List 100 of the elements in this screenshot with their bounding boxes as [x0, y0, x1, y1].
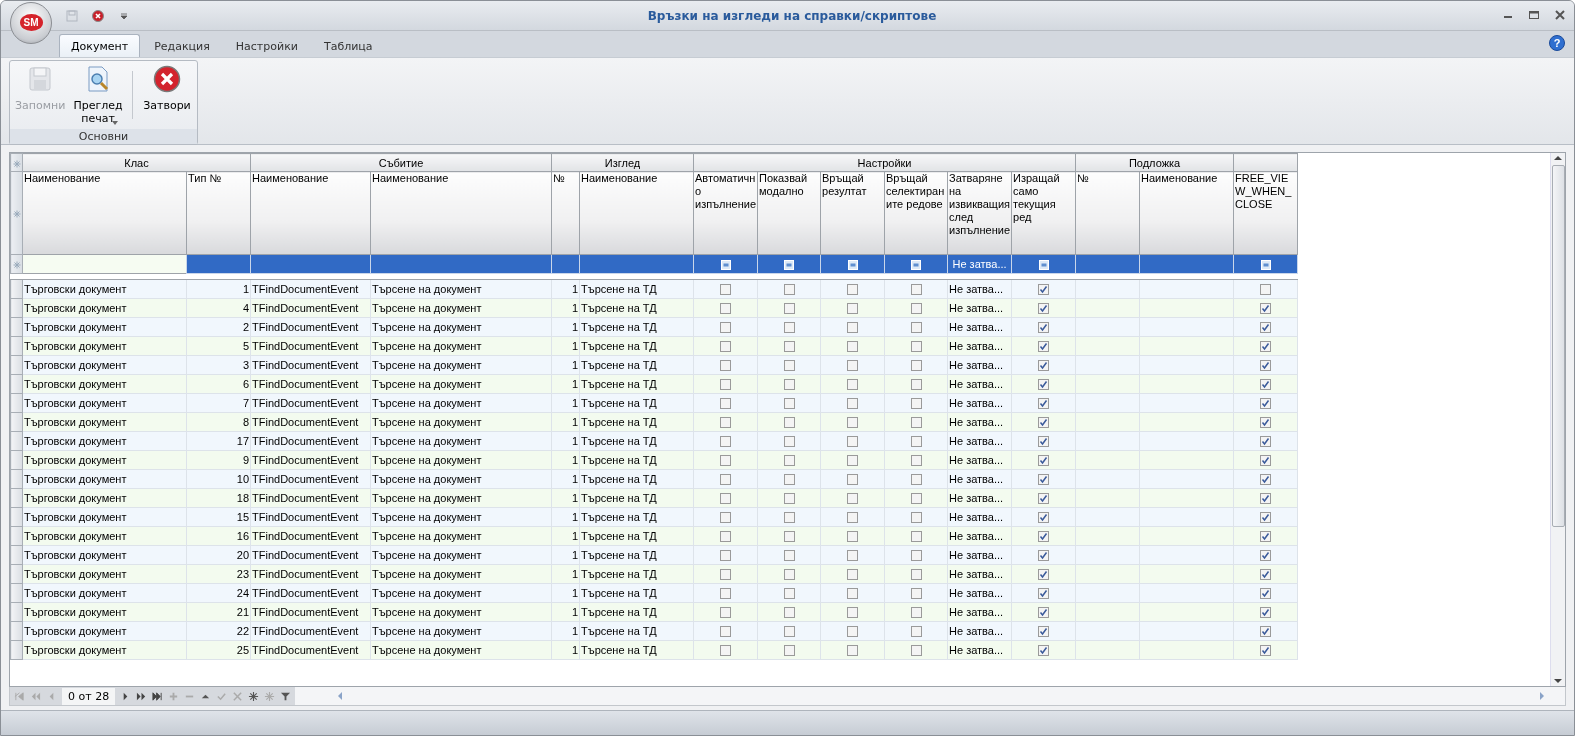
nav-star-icon[interactable]	[248, 690, 260, 702]
app-logo[interactable]: SM	[10, 1, 52, 44]
scroll-down-icon[interactable]	[1554, 678, 1562, 684]
column-header[interactable]: №	[551, 171, 580, 255]
checkbox[interactable]	[910, 398, 922, 410]
checkbox[interactable]	[783, 645, 795, 657]
checkbox[interactable]	[783, 284, 795, 296]
checkbox[interactable]	[910, 322, 922, 334]
column-header[interactable]: Изращай само текущия ред	[1011, 171, 1076, 255]
checkbox[interactable]	[783, 398, 795, 410]
checkbox[interactable]	[1038, 303, 1050, 315]
checkbox[interactable]	[910, 436, 922, 448]
checkbox[interactable]	[910, 645, 922, 657]
checkbox[interactable]	[847, 284, 859, 296]
checkbox[interactable]	[1260, 512, 1272, 524]
checkbox[interactable]	[1038, 493, 1050, 505]
band-header[interactable]: Събитие	[250, 153, 552, 172]
close-icon[interactable]	[1554, 9, 1566, 21]
column-header[interactable]: Показвай модално	[757, 171, 821, 255]
checkbox[interactable]	[783, 341, 795, 353]
checkbox[interactable]	[1038, 398, 1050, 410]
nav-last-icon[interactable]	[152, 690, 164, 702]
column-header[interactable]: Наименование	[579, 171, 694, 255]
checkbox[interactable]	[720, 436, 732, 448]
column-header[interactable]: FREE_VIEW_WHEN_CLOSE	[1233, 171, 1298, 255]
scroll-up-icon[interactable]	[1554, 155, 1562, 161]
column-header[interactable]: Наименование	[22, 171, 187, 255]
checkbox[interactable]	[720, 531, 732, 543]
ribbon-button[interactable]: Затвори	[139, 65, 195, 112]
help-button[interactable]: ?	[1549, 35, 1565, 51]
checkbox[interactable]	[847, 588, 859, 600]
checkbox[interactable]	[847, 531, 859, 543]
checkbox[interactable]	[783, 588, 795, 600]
checkbox[interactable]	[910, 284, 922, 296]
checkbox[interactable]	[1260, 493, 1272, 505]
checkbox[interactable]	[1260, 398, 1272, 410]
checkbox[interactable]	[847, 303, 859, 315]
checkbox[interactable]	[720, 322, 732, 334]
checkbox[interactable]	[1038, 436, 1050, 448]
checkbox[interactable]	[720, 607, 732, 619]
checkbox[interactable]	[847, 436, 859, 448]
checkbox[interactable]	[720, 550, 732, 562]
checkbox[interactable]	[783, 455, 795, 467]
checkbox[interactable]	[847, 645, 859, 657]
band-header[interactable]	[1233, 153, 1298, 172]
checkbox[interactable]	[720, 493, 732, 505]
checkbox[interactable]	[910, 626, 922, 638]
checkbox[interactable]	[847, 379, 859, 391]
checkbox[interactable]	[910, 303, 922, 315]
band-header[interactable]: Настройки	[693, 153, 1076, 172]
column-header[interactable]: Връщай резултат	[820, 171, 885, 255]
checkbox[interactable]	[1038, 607, 1050, 619]
column-header[interactable]: Затваряне на извикващия след изпълнение	[947, 171, 1012, 255]
checkbox[interactable]	[847, 341, 859, 353]
checkbox[interactable]	[783, 550, 795, 562]
checkbox[interactable]	[783, 607, 795, 619]
checkbox[interactable]	[1038, 588, 1050, 600]
checkbox[interactable]	[1038, 284, 1050, 296]
nav-check-icon[interactable]	[216, 690, 228, 702]
checkbox[interactable]	[1038, 341, 1050, 353]
checkbox[interactable]	[910, 607, 922, 619]
checkbox[interactable]	[910, 474, 922, 486]
maximize-icon[interactable]	[1528, 9, 1540, 21]
checkbox[interactable]	[847, 569, 859, 581]
checkbox[interactable]	[847, 493, 859, 505]
close-icon[interactable]	[92, 9, 104, 22]
checkbox[interactable]	[1038, 626, 1050, 638]
checkbox[interactable]	[847, 417, 859, 429]
checkbox[interactable]	[847, 474, 859, 486]
checkbox[interactable]	[1260, 455, 1272, 467]
checkbox[interactable]	[783, 474, 795, 486]
ribbon-button[interactable]: Преглед печат	[70, 65, 126, 125]
checkbox[interactable]	[910, 588, 922, 600]
checkbox[interactable]	[720, 303, 732, 315]
band-header[interactable]: Изглед	[551, 153, 694, 172]
checkbox[interactable]	[910, 341, 922, 353]
checkbox[interactable]	[720, 379, 732, 391]
scroll-right-icon[interactable]	[1539, 692, 1545, 700]
checkbox[interactable]	[1038, 645, 1050, 657]
checkbox[interactable]	[783, 531, 795, 543]
nav-filter-icon[interactable]	[280, 690, 292, 702]
column-header[interactable]: Тип №	[186, 171, 251, 255]
checkbox[interactable]	[720, 645, 732, 657]
checkbox[interactable]	[910, 417, 922, 429]
checkbox[interactable]	[783, 417, 795, 429]
checkbox[interactable]	[1038, 474, 1050, 486]
nav-prev-page-icon[interactable]	[30, 690, 41, 702]
checkbox[interactable]	[1038, 531, 1050, 543]
vertical-scrollbar[interactable]	[1550, 153, 1565, 686]
checkbox[interactable]	[783, 322, 795, 334]
checkbox[interactable]	[1260, 436, 1272, 448]
ribbon-tab[interactable]: Настройки	[223, 34, 310, 57]
checkbox[interactable]	[720, 474, 732, 486]
checkbox[interactable]	[1260, 569, 1272, 581]
checkbox[interactable]	[783, 569, 795, 581]
nav-plus-icon[interactable]	[168, 690, 180, 702]
checkbox[interactable]	[720, 588, 732, 600]
band-header[interactable]: Подложка	[1075, 153, 1234, 172]
checkbox[interactable]	[1260, 303, 1272, 315]
checkbox[interactable]	[1260, 588, 1272, 600]
